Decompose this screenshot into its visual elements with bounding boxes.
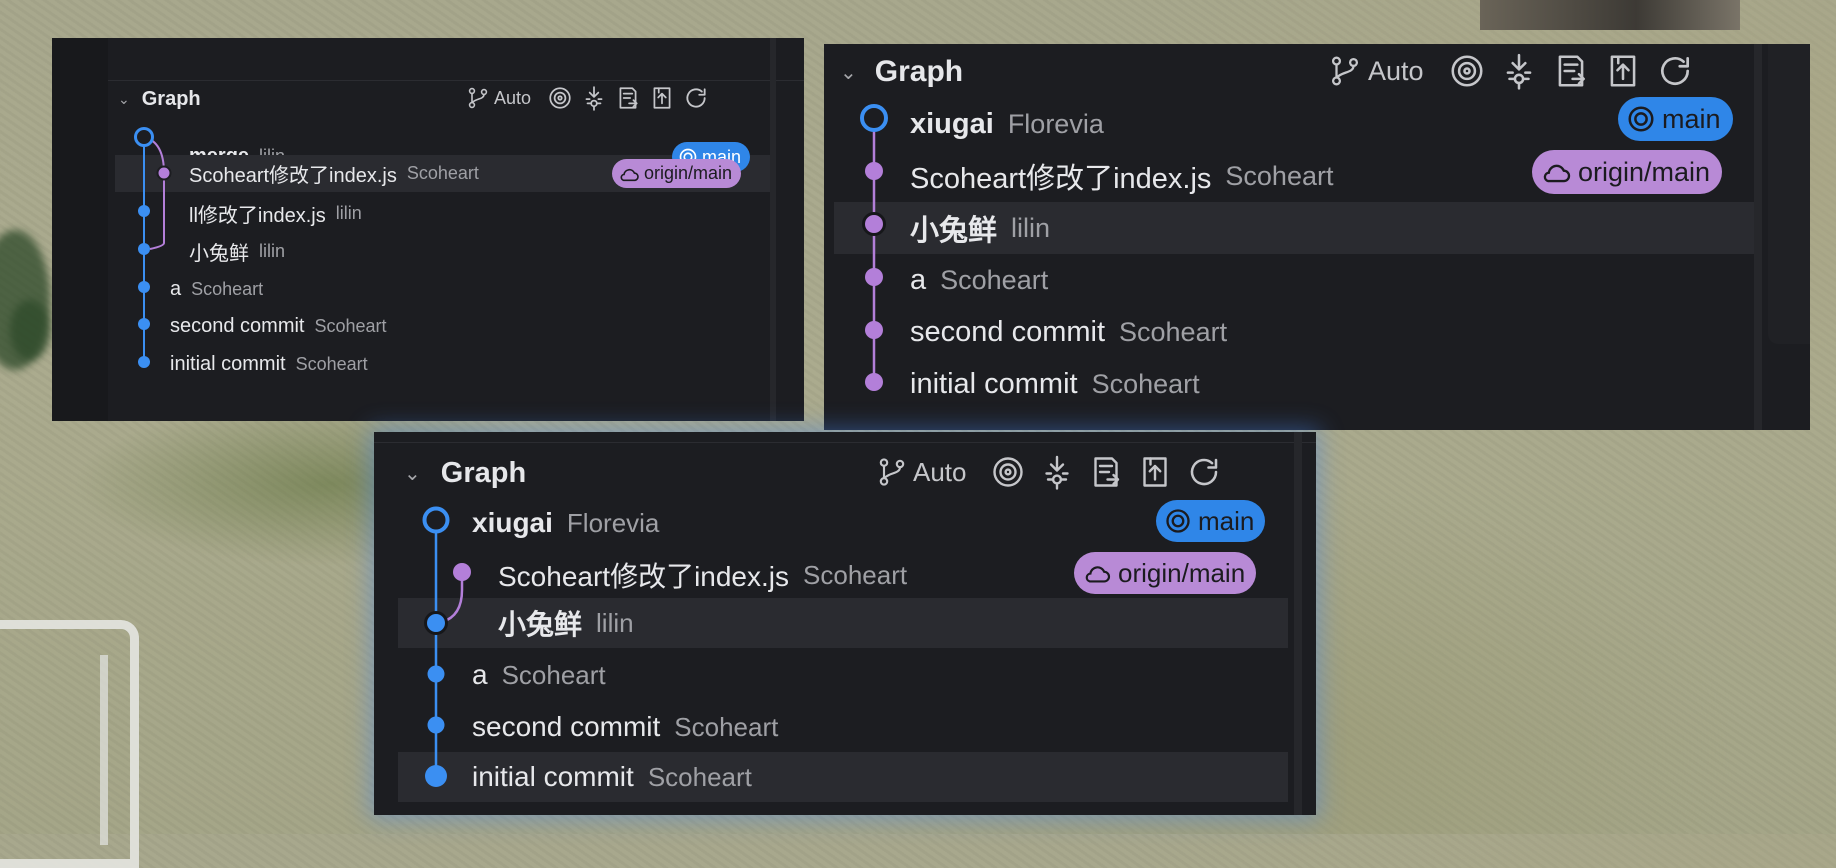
- commit-author: Scoheart: [1091, 368, 1200, 399]
- chair-frame: [0, 655, 108, 845]
- target-icon[interactable]: [1448, 52, 1486, 90]
- commit-row[interactable]: 小兔鲜 lilin: [398, 598, 1288, 648]
- refresh-icon[interactable]: [1186, 454, 1222, 490]
- head-commit-node: [422, 506, 450, 534]
- moss-patch: [10, 300, 50, 360]
- head-commit-node: [860, 104, 888, 132]
- header-divider: [374, 442, 1316, 443]
- commit-message: Scoheart修改了index.js: [189, 165, 397, 187]
- background-object: [1480, 0, 1740, 30]
- graph-panel-1: ⌄ Graph Auto merge lilin Scoheart修改了inde…: [52, 38, 804, 421]
- commit-author: Scoheart: [501, 659, 606, 690]
- commit-node: [138, 356, 150, 368]
- commit-row[interactable]: a Scoheart: [374, 650, 1316, 700]
- fetch-icon[interactable]: [1039, 452, 1075, 492]
- commit-author: Scoheart: [295, 353, 368, 374]
- badge-label: origin/main: [644, 163, 733, 183]
- commit-author: Florevia: [566, 507, 660, 538]
- commit-node: [865, 268, 883, 286]
- graph-panel-3: ⌄ Graph Auto xiugai Florevia Scoheart修改了…: [374, 432, 1316, 815]
- graph-toolbar: Auto: [876, 450, 1222, 494]
- badge-label: main: [1198, 505, 1255, 536]
- commit-node: [138, 243, 150, 255]
- commit-message: Scoheart修改了index.js: [910, 163, 1212, 195]
- commit-author: Scoheart: [647, 761, 752, 792]
- scroll-track[interactable]: [1294, 432, 1302, 815]
- commit-author: lilin: [259, 240, 286, 261]
- pull-icon[interactable]: [1552, 52, 1590, 90]
- graph-edge: [143, 136, 165, 250]
- commit-node: [138, 318, 150, 330]
- branch-badge-main[interactable]: main: [1156, 500, 1266, 542]
- commit-node: [425, 765, 447, 787]
- commit-graph: [422, 506, 471, 787]
- commit-node: [865, 373, 883, 391]
- push-icon[interactable]: [649, 85, 675, 111]
- commit-author: Florevia: [1007, 108, 1104, 139]
- cloud-icon: [1085, 566, 1111, 583]
- commit-author: Scoheart: [803, 559, 908, 590]
- commit-node: [865, 162, 883, 180]
- refresh-icon[interactable]: [683, 85, 709, 111]
- fetch-icon[interactable]: [581, 85, 607, 111]
- commit-author: lilin: [596, 607, 634, 638]
- header-divider: [108, 80, 804, 81]
- target-icon[interactable]: [547, 85, 573, 111]
- commit-row[interactable]: initial commit Scoheart: [824, 358, 1810, 410]
- cloud-icon: [1543, 164, 1571, 183]
- auto-label[interactable]: Auto: [494, 88, 531, 109]
- branch-icon[interactable]: [466, 85, 490, 111]
- pull-icon[interactable]: [1088, 454, 1124, 490]
- push-icon[interactable]: [1137, 454, 1173, 490]
- commit-node: [138, 281, 150, 293]
- commit-node: [453, 563, 471, 581]
- target-icon: [1628, 106, 1654, 132]
- branch-badge-origin[interactable]: origin/main: [1532, 150, 1723, 194]
- badge-label: main: [1662, 103, 1721, 134]
- commit-node: [862, 212, 886, 236]
- commit-author: Scoheart: [314, 315, 387, 336]
- branch-badge-origin[interactable]: origin/main: [612, 159, 742, 188]
- commit-graph: [860, 104, 888, 391]
- push-icon[interactable]: [1604, 52, 1642, 90]
- graph-toolbar: Auto: [1328, 48, 1694, 94]
- graph-toolbar: Auto: [466, 84, 709, 112]
- fetch-icon[interactable]: [1500, 50, 1538, 92]
- auto-label[interactable]: Auto: [913, 457, 967, 488]
- commit-node: [424, 611, 448, 635]
- auto-label[interactable]: Auto: [1368, 56, 1424, 87]
- commit-node: [427, 716, 445, 734]
- commit-author: Scoheart: [674, 711, 779, 742]
- branch-icon[interactable]: [1328, 51, 1362, 91]
- head-commit-node: [134, 127, 154, 147]
- commit-row[interactable]: second commit Scoheart: [824, 306, 1810, 358]
- graph-panel-2: ⌄ Graph Auto xiugai Florevia Scoheart修改了…: [824, 44, 1810, 430]
- cloud-icon: [620, 168, 639, 181]
- branch-badge-origin[interactable]: origin/main: [1074, 552, 1257, 594]
- commit-node: [138, 205, 150, 217]
- commit-row[interactable]: a Scoheart: [824, 254, 1810, 306]
- commit-author: Scoheart: [1119, 316, 1228, 347]
- commit-node: [865, 321, 883, 339]
- commit-row[interactable]: initial commit Scoheart: [398, 752, 1288, 802]
- badge-label: origin/main: [1118, 557, 1246, 588]
- commit-author: Scoheart: [406, 163, 479, 183]
- pull-icon[interactable]: [615, 85, 641, 111]
- refresh-icon[interactable]: [1656, 52, 1694, 90]
- commit-author: lilin: [335, 202, 362, 223]
- commit-node: [427, 665, 445, 683]
- commit-author: Scoheart: [940, 264, 1049, 295]
- commit-node: [156, 165, 172, 181]
- branch-icon[interactable]: [876, 453, 908, 491]
- commit-message: Scoheart修改了index.js: [498, 561, 790, 592]
- commit-graph: [134, 127, 172, 368]
- branch-badge-main[interactable]: main: [1618, 97, 1733, 141]
- badge-label: origin/main: [1578, 156, 1711, 187]
- target-icon[interactable]: [990, 454, 1026, 490]
- commit-author: Scoheart: [1225, 160, 1334, 191]
- commit-row[interactable]: 小兔鲜 lilin: [834, 202, 1754, 254]
- target-icon: [1166, 509, 1190, 533]
- commit-author: lilin: [1011, 212, 1051, 243]
- commit-row[interactable]: second commit Scoheart: [374, 702, 1316, 752]
